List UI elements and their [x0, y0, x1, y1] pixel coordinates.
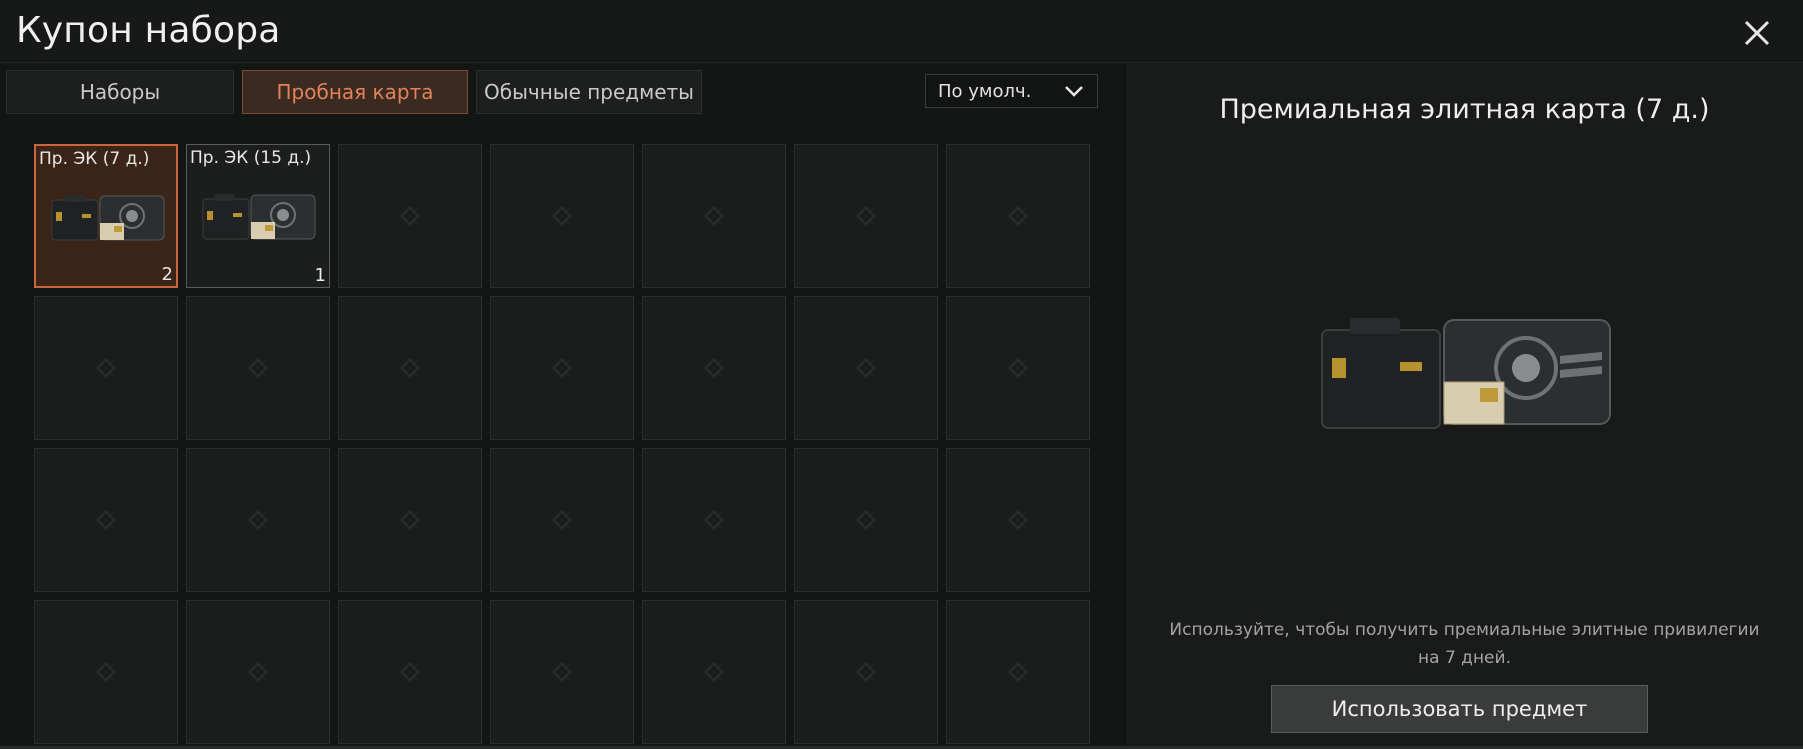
empty-slot[interactable]: [338, 296, 482, 440]
empty-slot[interactable]: [794, 296, 938, 440]
item-detail-title: Премиальная элитная карта (7 д.): [1219, 94, 1710, 125]
empty-slot[interactable]: [338, 144, 482, 288]
title-bar: Купон набора: [0, 0, 1803, 63]
item-detail-panel: Премиальная элитная карта (7 д.) Использ…: [1126, 64, 1803, 749]
empty-slot[interactable]: [34, 448, 178, 592]
tab-label: Обычные предметы: [484, 80, 694, 104]
item-label: Пр. ЭК (7 д.): [39, 149, 150, 169]
elite-card-case-icon: [201, 191, 317, 243]
empty-slot[interactable]: [490, 296, 634, 440]
tab-regular-items[interactable]: Обычные предметы: [476, 70, 702, 114]
empty-slot[interactable]: [642, 144, 786, 288]
empty-slot[interactable]: [490, 144, 634, 288]
tab-label: Пробная карта: [276, 80, 434, 104]
tab-label: Наборы: [79, 80, 161, 104]
chevron-down-icon: [1065, 86, 1083, 97]
sort-selected-value: По умолч.: [938, 80, 1032, 102]
sort-dropdown[interactable]: По умолч.: [925, 74, 1098, 108]
empty-slot[interactable]: [794, 144, 938, 288]
empty-slot[interactable]: [186, 600, 330, 744]
close-icon: [1744, 20, 1770, 46]
elite-card-case-icon: [1321, 318, 1611, 429]
empty-slot[interactable]: [34, 296, 178, 440]
coupon-window: Купон набора Наборы Пробная карта Обычны…: [0, 0, 1803, 749]
empty-slot[interactable]: [490, 600, 634, 744]
item-count: 1: [314, 265, 326, 286]
item-description: Используйте, чтобы получить премиальные …: [1169, 620, 1760, 668]
empty-slot[interactable]: [642, 296, 786, 440]
close-button[interactable]: [1738, 14, 1776, 52]
empty-slot[interactable]: [642, 448, 786, 592]
window-title: Купон набора: [16, 10, 281, 51]
empty-slot[interactable]: [34, 600, 178, 744]
inventory-item[interactable]: Пр. ЭК (15 д.) 1: [186, 144, 330, 288]
item-label: Пр. ЭК (15 д.): [190, 148, 312, 168]
inventory-item[interactable]: Пр. ЭК (7 д.) 2: [34, 144, 178, 288]
empty-slot[interactable]: [338, 600, 482, 744]
empty-slot[interactable]: [946, 296, 1090, 440]
empty-slot[interactable]: [946, 448, 1090, 592]
empty-slot[interactable]: [794, 448, 938, 592]
empty-slot[interactable]: [338, 448, 482, 592]
item-count: 2: [161, 264, 173, 285]
empty-slot[interactable]: [946, 600, 1090, 744]
tab-sets[interactable]: Наборы: [6, 70, 234, 114]
use-item-button[interactable]: Использовать предмет: [1271, 685, 1648, 733]
item-grid: Пр. ЭК (7 д.) 2 Пр. ЭК (15 д.) 1: [34, 144, 1090, 744]
empty-slot[interactable]: [490, 448, 634, 592]
empty-slot[interactable]: [642, 600, 786, 744]
inventory-panel: Наборы Пробная карта Обычные предметы По…: [0, 64, 1124, 749]
tab-trial-card[interactable]: Пробная карта: [242, 70, 468, 114]
empty-slot[interactable]: [946, 144, 1090, 288]
empty-slot[interactable]: [186, 448, 330, 592]
empty-slot[interactable]: [794, 600, 938, 744]
elite-card-case-icon: [50, 192, 166, 244]
empty-slot[interactable]: [186, 296, 330, 440]
